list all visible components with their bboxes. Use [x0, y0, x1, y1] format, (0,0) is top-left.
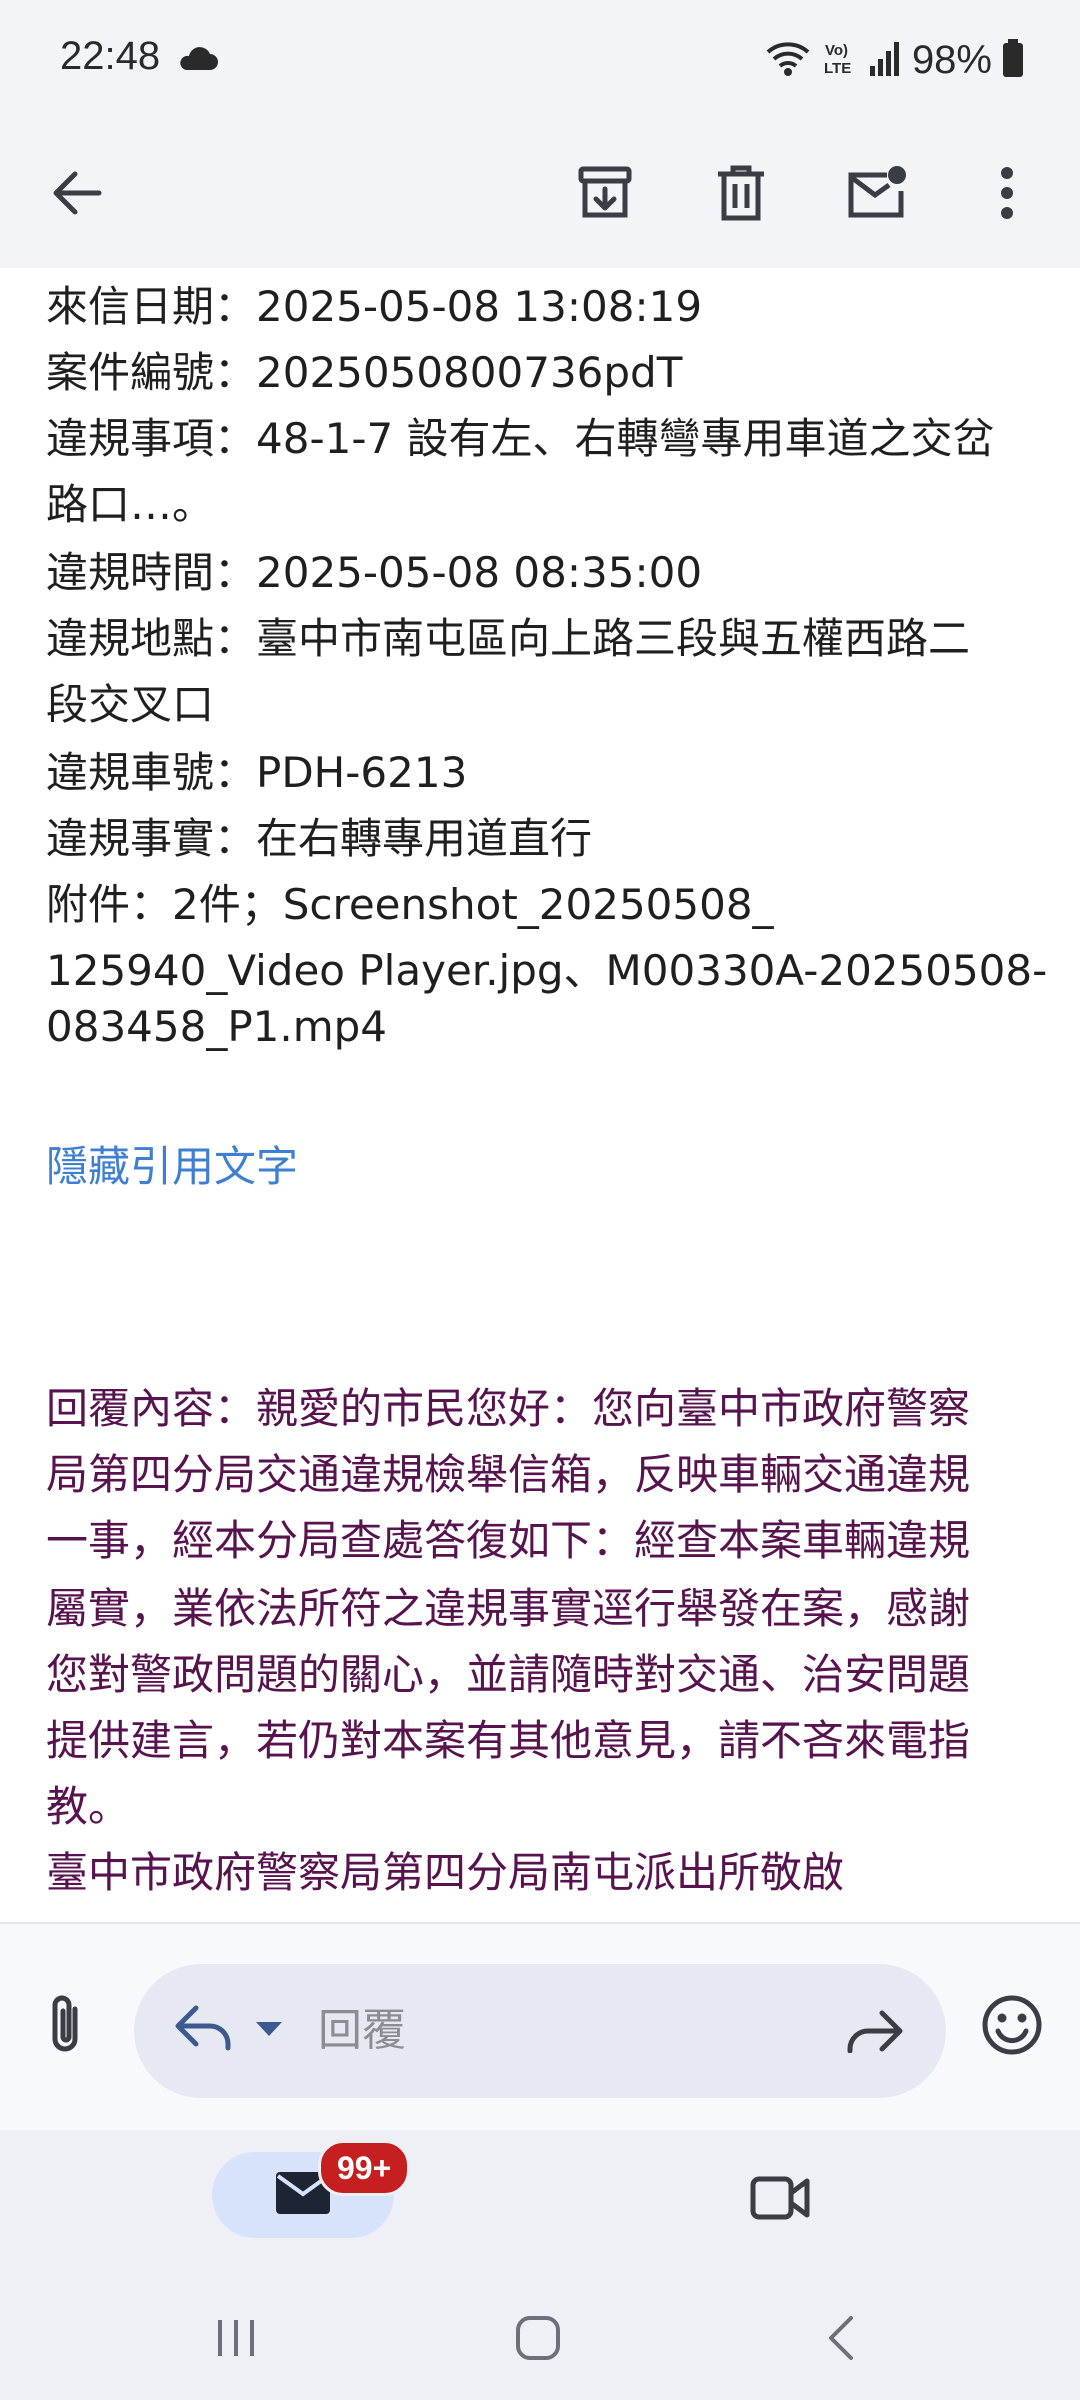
- back-icon: [825, 2314, 855, 2366]
- reply-options-caret-icon[interactable]: [254, 2020, 284, 2042]
- email-line: 違規事項：48-1-7 設有左、右轉彎專用車道之交岔: [46, 414, 995, 463]
- status-icons: Vo) LTE 98%: [764, 30, 1024, 90]
- recents-button[interactable]: [186, 2300, 286, 2380]
- reply-line: 您對警政問題的關心，並請隨時對交通、治安問題: [46, 1650, 971, 1699]
- more-vert-icon: [999, 166, 1015, 224]
- meet-video-icon: [749, 2175, 811, 2225]
- back-arrow-icon: [51, 170, 103, 220]
- recents-icon: [214, 2316, 258, 2364]
- volte-icon: Vo) LTE: [822, 38, 858, 82]
- email-line: 路口…。: [46, 480, 215, 529]
- archive-icon: [577, 165, 633, 225]
- email-line: 附件：2件；Screenshot_20250508_: [46, 880, 774, 929]
- emoji-button[interactable]: [970, 1982, 1054, 2072]
- home-icon: [515, 2315, 561, 2365]
- bottom-navigation: 99+: [0, 2130, 1080, 2280]
- reply-line: 教。: [46, 1782, 131, 1831]
- system-navigation: [0, 2280, 1080, 2400]
- mark-unread-button[interactable]: [832, 150, 922, 240]
- battery-percent: 98%: [911, 37, 992, 82]
- unread-count-badge: 99+: [318, 2140, 411, 2196]
- forward-button[interactable]: [840, 1998, 910, 2068]
- delete-icon: [716, 164, 766, 226]
- reply-placeholder: 回覆: [318, 2005, 406, 2056]
- cloud-icon: [176, 44, 218, 76]
- status-time: 22:48: [60, 34, 161, 78]
- reply-icon[interactable]: [174, 2002, 232, 2056]
- hide-quoted-text-link[interactable]: 隱藏引用文字: [46, 1134, 1046, 1200]
- reply-input[interactable]: 回覆: [134, 1964, 946, 2098]
- archive-button[interactable]: [560, 150, 650, 240]
- email-line: 違規事實：在右轉專用道直行: [46, 814, 593, 863]
- svg-text:LTE: LTE: [824, 60, 851, 77]
- system-back-button[interactable]: [790, 2300, 890, 2380]
- attach-icon: [45, 1993, 85, 2061]
- email-line: 083458_P1.mp4: [46, 1002, 388, 1051]
- email-body[interactable]: 來信日期：2025-05-08 13:08:19 案件編號：2025050800…: [0, 268, 1080, 1922]
- reply-line: 一事，經本分局查處答復如下：經查本案車輛違規: [46, 1516, 971, 1565]
- wifi-icon: [764, 38, 812, 82]
- signature-line: 臺中市政府警察局第四分局南屯派出所敬啟: [46, 1848, 845, 1897]
- svg-text:Vo): Vo): [825, 42, 848, 59]
- mark-unread-icon: [845, 165, 909, 225]
- reply-line: 局第四分局交通違規檢舉信箱，反映車輛交通違規: [46, 1450, 971, 1499]
- home-button[interactable]: [488, 2300, 588, 2380]
- email-line: 案件編號：2025050800736pdT: [46, 348, 683, 397]
- attach-button[interactable]: [20, 1972, 110, 2082]
- email-line: 違規車號：PDH-6213: [46, 748, 468, 797]
- battery-icon: [1002, 39, 1024, 81]
- more-options-button[interactable]: [962, 150, 1052, 240]
- email-line: 違規地點：臺中市南屯區向上路三段與五權西路二: [46, 614, 971, 663]
- emoji-icon: [980, 1993, 1044, 2061]
- reply-line: 提供建言，若仍對本案有其他意見，請不吝來電指: [46, 1716, 971, 1765]
- signal-icon: [868, 40, 902, 80]
- email-line: 來信日期：2025-05-08 13:08:19: [46, 282, 703, 331]
- reply-line: 屬實，業依法所符之違規事實逕行舉發在案，感謝: [46, 1584, 971, 1633]
- compose-bar: 回覆: [0, 1922, 1080, 2130]
- delete-button[interactable]: [696, 150, 786, 240]
- app-bar: [0, 120, 1080, 268]
- email-line: 違規時間：2025-05-08 08:35:00: [46, 548, 703, 597]
- reply-line: 回覆內容：親愛的市民您好：您向臺中市政府警察: [46, 1384, 971, 1433]
- status-bar: 22:48 Vo) LTE 98%: [0, 0, 1080, 120]
- meet-tab[interactable]: [730, 2160, 830, 2240]
- email-line: 段交叉口: [46, 680, 215, 729]
- back-button[interactable]: [32, 150, 122, 240]
- forward-icon: [846, 2009, 904, 2057]
